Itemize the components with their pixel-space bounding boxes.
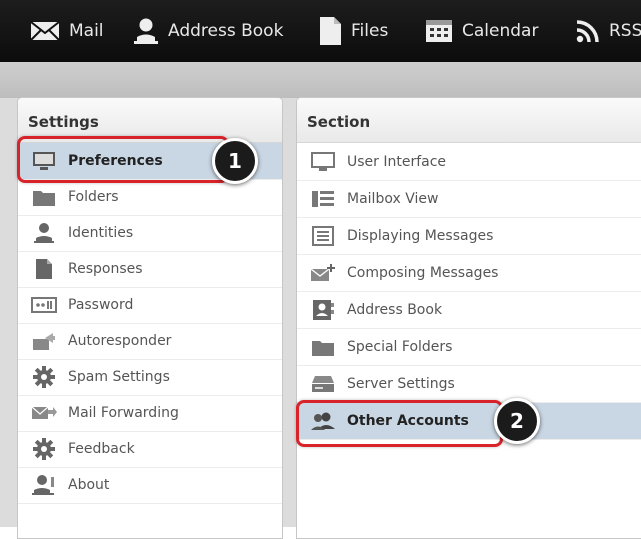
person-icon [133,17,159,45]
nav-rss-label: RSS [609,21,641,41]
display-messages-icon [309,226,337,246]
section-item-label: Special Folders [347,339,453,355]
section-item-user-interface[interactable]: User Interface [297,144,641,181]
settings-item-password[interactable]: Password [18,287,282,324]
nav-mail[interactable]: Mail [30,0,104,62]
nav-files[interactable]: Files [318,0,388,62]
toolbar-strip [0,62,641,98]
rss-icon [576,19,600,43]
gear-icon [30,366,58,388]
gear-icon [30,438,58,460]
section-item-composing-messages[interactable]: Composing Messages [297,255,641,292]
nav-files-label: Files [351,21,389,41]
calendar-icon [425,19,453,43]
settings-item-label: Feedback [68,441,135,457]
settings-item-label: Password [68,297,134,313]
settings-item-label: Mail Forwarding [68,405,179,421]
folder-icon [309,337,337,357]
settings-item-label: Autoresponder [68,333,172,349]
compose-icon [309,263,337,283]
callout-badge-1: 1 [212,138,258,184]
section-item-label: Mailbox View [347,191,439,207]
folder-icon [30,187,58,207]
settings-item-identities[interactable]: Identities [18,215,282,252]
settings-item-label: Responses [68,261,143,277]
section-item-label: Address Book [347,302,443,318]
settings-item-mail-forwarding[interactable]: Mail Forwarding [18,395,282,432]
mail-icon [30,21,60,41]
person-icon [30,222,58,244]
nav-address-book[interactable]: Address Book [133,0,283,62]
section-item-label: Displaying Messages [347,228,494,244]
callout-highlight-2 [296,400,503,447]
settings-item-autoresponder[interactable]: Autoresponder [18,323,282,360]
nav-calendar-label: Calendar [462,21,539,41]
callout-highlight-1 [17,136,229,183]
monitor-icon [309,152,337,172]
address-card-icon [309,299,337,321]
section-item-label: Server Settings [347,376,455,392]
file-icon [318,16,342,46]
document-icon [30,258,58,280]
section-item-displaying-messages[interactable]: Displaying Messages [297,218,641,255]
section-item-label: User Interface [347,154,447,170]
settings-item-responses[interactable]: Responses [18,251,282,288]
callout-badge-2: 2 [494,398,540,444]
section-item-label: Composing Messages [347,265,499,281]
settings-item-label: Identities [68,225,134,241]
server-icon [309,375,337,393]
settings-item-label: Folders [68,189,119,205]
section-item-special-folders[interactable]: Special Folders [297,329,641,366]
nav-calendar[interactable]: Calendar [425,0,538,62]
nav-rss[interactable]: RSS [576,0,641,62]
top-nav-bar: Mail Address Book Files Calendar RSS [0,0,641,62]
section-item-server-settings[interactable]: Server Settings [297,366,641,403]
password-icon [30,297,58,313]
settings-item-folders[interactable]: Folders [18,179,282,216]
about-icon [30,474,58,496]
section-item-mailbox-view[interactable]: Mailbox View [297,181,641,218]
section-panel-title: Section [297,98,641,143]
forward-mail-icon [30,404,58,422]
nav-mail-label: Mail [69,21,104,41]
mailbox-view-icon [309,190,337,208]
nav-address-book-label: Address Book [168,21,284,41]
settings-item-spam-settings[interactable]: Spam Settings [18,359,282,396]
section-panel: Section User Interface Mailbox View Disp… [296,97,641,539]
section-item-address-book[interactable]: Address Book [297,292,641,329]
settings-item-about[interactable]: About [18,467,282,504]
autoresponder-icon [30,331,58,351]
settings-item-feedback[interactable]: Feedback [18,431,282,468]
settings-item-label: Spam Settings [68,369,170,385]
settings-item-label: About [68,477,110,493]
